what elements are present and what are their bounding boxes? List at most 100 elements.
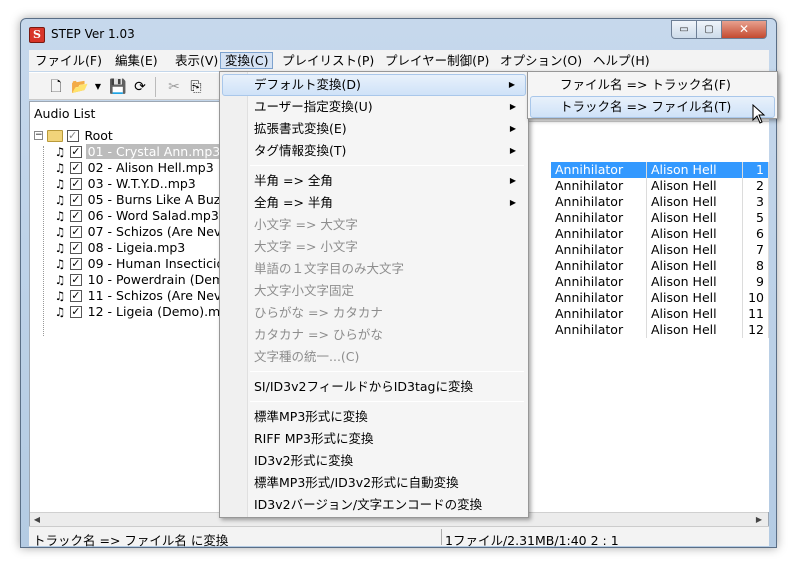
track-cell[interactable]: 5	[743, 210, 769, 226]
menu-separator	[250, 401, 524, 402]
cut-icon[interactable]: ✂	[165, 78, 183, 96]
open-folder-icon[interactable]: 📂	[71, 78, 89, 96]
file-checkbox[interactable]: ✓	[69, 273, 82, 286]
close-button[interactable]: ✕	[721, 20, 767, 39]
menu-player-control[interactable]: プレイヤー制御(P)	[381, 52, 493, 69]
file-checkbox[interactable]: ✓	[69, 305, 82, 318]
artist-cell[interactable]: Annihilator	[551, 322, 647, 338]
file-checkbox[interactable]: ✓	[69, 177, 82, 190]
menu-item-to-riff-mp3[interactable]: RIFF MP3形式に変換	[222, 428, 526, 450]
menu-item-fixed-case[interactable]: 大文字小文字固定	[222, 280, 526, 302]
artist-cell[interactable]: Annihilator	[551, 274, 647, 290]
menu-item-si-to-id3tag[interactable]: SI/ID3v2フィールドからID3tagに変換	[222, 376, 526, 398]
menu-item-half-to-full[interactable]: 半角 => 全角 ▶	[222, 170, 526, 192]
menu-item-filename-to-trackname[interactable]: ファイル名 => トラック名(F)	[530, 74, 775, 96]
dropdown-arrow-icon[interactable]: ▼	[89, 78, 107, 96]
save-icon[interactable]: 💾	[109, 78, 127, 96]
menu-item-to-standard-mp3[interactable]: 標準MP3形式に変換	[222, 406, 526, 428]
submenu-arrow-icon: ▶	[509, 146, 516, 155]
menu-item-to-id3v2[interactable]: ID3v2形式に変換	[222, 450, 526, 472]
artist-cell[interactable]: Annihilator	[551, 162, 647, 178]
refresh-icon[interactable]: ⟳	[131, 78, 149, 96]
file-checkbox[interactable]: ✓	[69, 145, 82, 158]
track-cell[interactable]: 2	[743, 178, 769, 194]
file-checkbox[interactable]: ✓	[69, 193, 82, 206]
track-cell[interactable]: 1	[743, 162, 769, 178]
menu-item-label: RIFF MP3形式に変換	[254, 431, 374, 446]
album-cell[interactable]: Alison Hell	[647, 274, 743, 290]
track-cell[interactable]: 10	[743, 290, 769, 306]
menu-item-full-to-half[interactable]: 全角 => 半角 ▶	[222, 192, 526, 214]
artist-cell[interactable]: Annihilator	[551, 258, 647, 274]
file-checkbox[interactable]: ✓	[69, 209, 82, 222]
copy-icon[interactable]: ⎘	[187, 78, 205, 96]
maximize-button[interactable]: ▢	[696, 20, 722, 39]
artist-cell[interactable]: Annihilator	[551, 194, 647, 210]
album-cell[interactable]: Alison Hell	[647, 306, 743, 322]
menu-help[interactable]: ヘルプ(H)	[589, 52, 654, 69]
file-checkbox[interactable]: ✓	[69, 225, 82, 238]
menu-item-extended-format[interactable]: 拡張書式変換(E) ▶	[222, 118, 526, 140]
album-cell[interactable]: Alison Hell	[647, 242, 743, 258]
artist-cell[interactable]: Annihilator	[551, 226, 647, 242]
menu-item-lower-to-upper[interactable]: 小文字 => 大文字	[222, 214, 526, 236]
menu-edit[interactable]: 編集(E)	[111, 52, 162, 69]
album-cell[interactable]: Alison Hell	[647, 226, 743, 242]
album-cell[interactable]: Alison Hell	[647, 322, 743, 338]
track-cell[interactable]: 8	[743, 258, 769, 274]
artist-cell[interactable]: Annihilator	[551, 210, 647, 226]
menu-item-label: ID3v2バージョン/文字エンコードの変換	[254, 497, 483, 512]
menu-view[interactable]: 表示(V)	[171, 52, 222, 69]
track-cell[interactable]: 3	[743, 194, 769, 210]
album-cell[interactable]: Alison Hell	[647, 162, 743, 178]
menu-convert[interactable]: 変換(C)	[220, 52, 274, 69]
music-note-icon: ♫	[54, 240, 66, 255]
album-cell[interactable]: Alison Hell	[647, 258, 743, 274]
menu-options[interactable]: オプション(O)	[496, 52, 586, 69]
scroll-right-icon[interactable]: ▶	[752, 513, 766, 526]
tree-root[interactable]: − ✓ Root	[34, 128, 234, 144]
file-checkbox[interactable]: ✓	[69, 161, 82, 174]
root-checkbox[interactable]: ✓	[66, 129, 79, 142]
artist-cell[interactable]: Annihilator	[551, 242, 647, 258]
submenu-arrow-icon: ▶	[509, 124, 516, 133]
track-cell[interactable]: 11	[743, 306, 769, 322]
menu-item-capitalize-words[interactable]: 単語の１文字目のみ大文字	[222, 258, 526, 280]
menu-item-trackname-to-filename[interactable]: トラック名 => ファイル名(T)	[530, 96, 775, 118]
menu-file[interactable]: ファイル(F)	[31, 52, 106, 69]
new-file-icon[interactable]: 🗋	[47, 78, 65, 96]
file-checkbox[interactable]: ✓	[69, 241, 82, 254]
track-cell[interactable]: 7	[743, 242, 769, 258]
artist-cell[interactable]: Annihilator	[551, 290, 647, 306]
menu-item-katakana-to-hiragana[interactable]: カタカナ => ひらがな	[222, 324, 526, 346]
album-cell[interactable]: Alison Hell	[647, 290, 743, 306]
scroll-left-icon[interactable]: ◀	[30, 513, 44, 526]
menu-item-default-convert[interactable]: デフォルト変換(D) ▶	[222, 74, 526, 96]
album-cell[interactable]: Alison Hell	[647, 210, 743, 226]
artist-cell[interactable]: Annihilator	[551, 306, 647, 322]
album-cell[interactable]: Alison Hell	[647, 194, 743, 210]
file-checkbox[interactable]: ✓	[69, 257, 82, 270]
menu-playlist[interactable]: プレイリスト(P)	[278, 52, 378, 69]
collapse-icon[interactable]: −	[34, 131, 43, 140]
track-cell[interactable]: 6	[743, 226, 769, 242]
title-bar[interactable]: S STEP Ver 1.03 ▭ ▢ ✕	[21, 19, 776, 49]
menu-item-user-convert[interactable]: ユーザー指定変換(U) ▶	[222, 96, 526, 118]
artist-cell[interactable]: Annihilator	[551, 178, 647, 194]
menu-separator	[250, 165, 524, 166]
app-logo-icon: S	[29, 27, 45, 43]
menu-item-hiragana-to-katakana[interactable]: ひらがな => カタカナ	[222, 302, 526, 324]
menu-item-unify-chartype[interactable]: 文字種の統一...(C)	[222, 346, 526, 368]
submenu-arrow-icon: ▶	[508, 80, 515, 89]
file-checkbox[interactable]: ✓	[69, 289, 82, 302]
track-cell[interactable]: 9	[743, 274, 769, 290]
album-cell[interactable]: Alison Hell	[647, 178, 743, 194]
menu-item-label: 全角 => 半角	[254, 195, 333, 210]
menu-item-tag-info[interactable]: タグ情報変換(T) ▶	[222, 140, 526, 162]
track-cell[interactable]: 12	[743, 322, 769, 338]
menu-item-upper-to-lower[interactable]: 大文字 => 小文字	[222, 236, 526, 258]
menu-item-id3v2-version-encoding[interactable]: ID3v2バージョン/文字エンコードの変換	[222, 494, 526, 516]
window-title: STEP Ver 1.03	[51, 27, 135, 41]
menu-item-auto-convert[interactable]: 標準MP3形式/ID3v2形式に自動変換	[222, 472, 526, 494]
minimize-button[interactable]: ▭	[671, 20, 697, 39]
